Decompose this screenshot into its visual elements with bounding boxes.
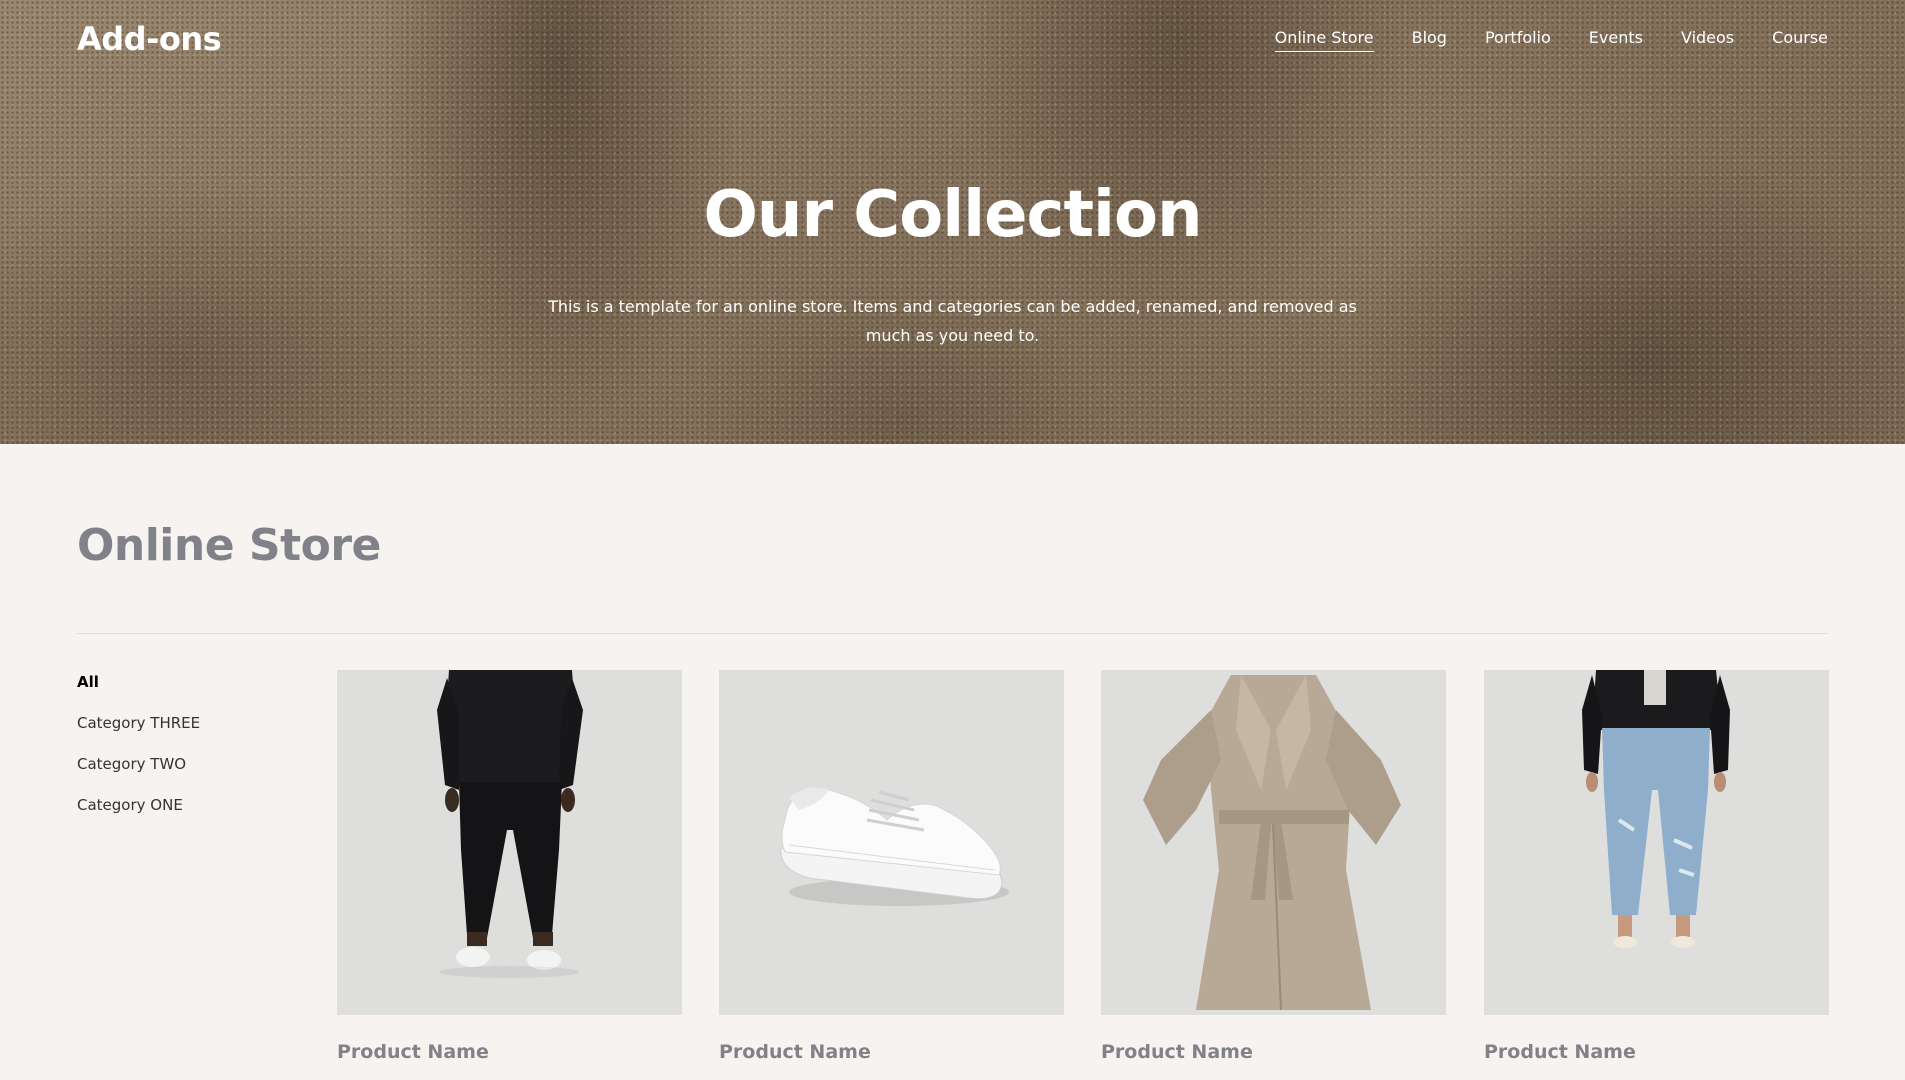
jeans-leather-jacket-image (1484, 670, 1829, 1015)
nav-events[interactable]: Events (1589, 28, 1643, 52)
hero-title: Our Collection (703, 178, 1202, 252)
white-sneaker-image (719, 670, 1064, 1015)
nav-online-store[interactable]: Online Store (1274, 28, 1374, 52)
product-image-white-sneaker[interactable] (719, 670, 1064, 1015)
product-card[interactable]: Product Name (1484, 670, 1829, 1063)
product-card[interactable]: Product Name (1101, 670, 1446, 1063)
nav-course[interactable]: Course (1772, 28, 1828, 52)
trench-coat-image (1101, 670, 1446, 1015)
category-three[interactable]: Category THREE (77, 714, 200, 755)
product-card[interactable]: Product Name (719, 670, 1064, 1063)
product-card[interactable]: Product Name (337, 670, 682, 1063)
product-image-jeans-jacket[interactable] (1484, 670, 1829, 1015)
product-image-trench-coat[interactable] (1101, 670, 1446, 1015)
nav-blog[interactable]: Blog (1412, 28, 1447, 52)
black-outfit-image (337, 670, 682, 1015)
store-title: Online Store (77, 520, 381, 571)
product-name[interactable]: Product Name (1101, 1041, 1446, 1063)
section-divider (77, 633, 1828, 634)
category-all[interactable]: All (77, 673, 200, 714)
product-name[interactable]: Product Name (337, 1041, 682, 1063)
hero-description: This is a template for an online store. … (548, 297, 1357, 345)
product-image-black-outfit[interactable] (337, 670, 682, 1015)
category-filter-list: All Category THREE Category TWO Category… (77, 673, 200, 837)
product-name[interactable]: Product Name (719, 1041, 1064, 1063)
category-two[interactable]: Category TWO (77, 755, 200, 796)
hero-banner: Add-ons Online Store Blog Portfolio Even… (0, 0, 1905, 444)
site-logo[interactable]: Add-ons (77, 20, 222, 58)
nav-portfolio[interactable]: Portfolio (1485, 28, 1551, 52)
nav-videos[interactable]: Videos (1681, 28, 1734, 52)
main-nav: Online Store Blog Portfolio Events Video… (1274, 28, 1828, 52)
category-one[interactable]: Category ONE (77, 796, 200, 837)
product-name[interactable]: Product Name (1484, 1041, 1829, 1063)
